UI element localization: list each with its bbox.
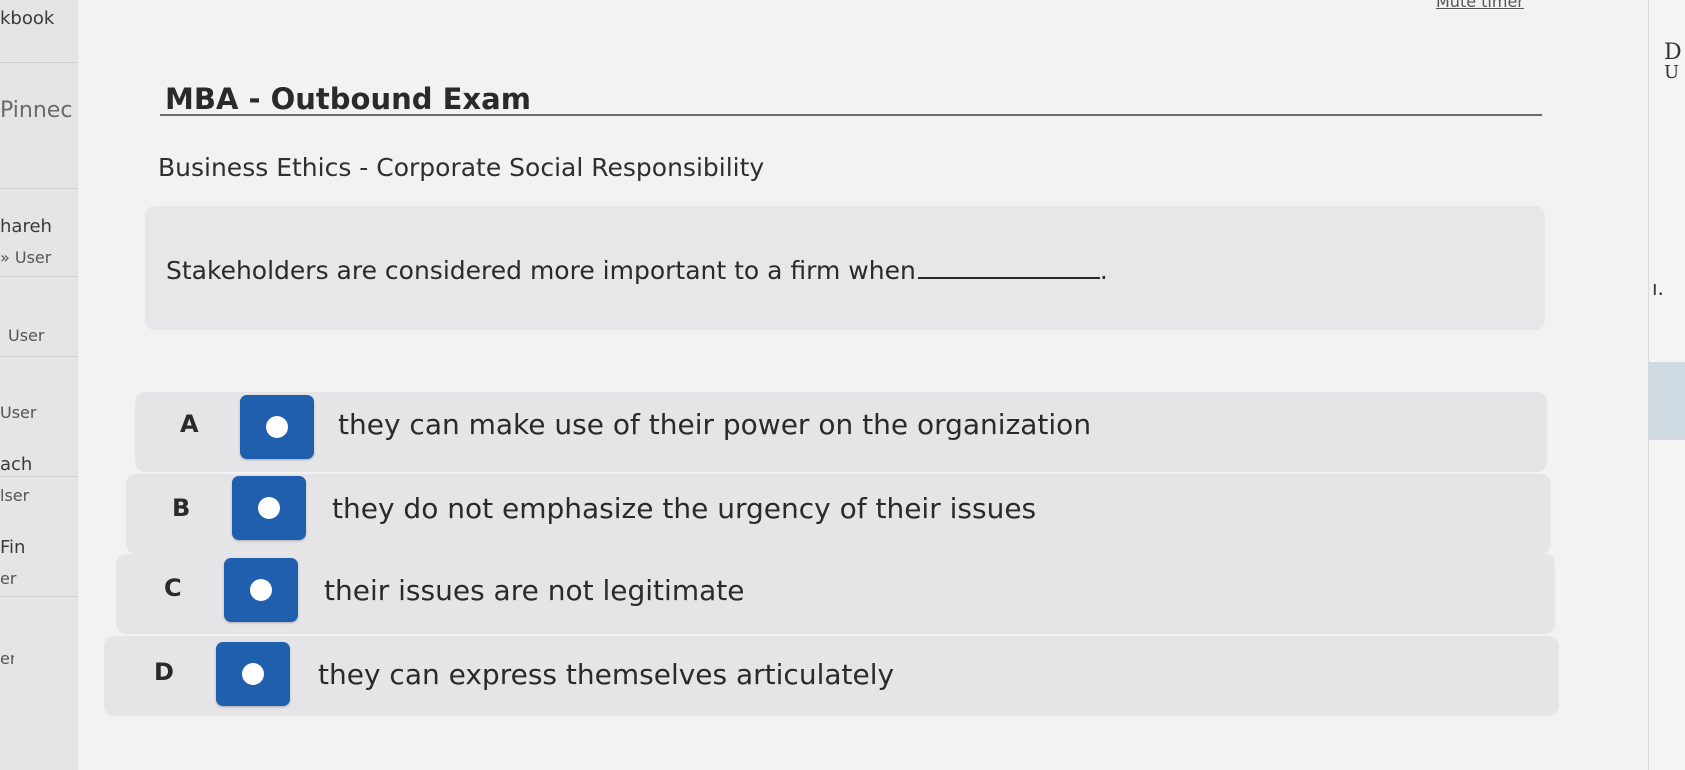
sidebar-item-workbook[interactable]: kbook (0, 8, 66, 29)
answer-blank (917, 277, 1100, 279)
sidebar-divider (0, 476, 78, 477)
answer-button-a[interactable] (240, 395, 314, 459)
radio-dot-icon (258, 497, 280, 519)
page-title: MBA - Outbound Exam (165, 82, 531, 116)
sidebar-item-user[interactable]: er (0, 569, 26, 588)
answer-button-b[interactable] (232, 476, 306, 540)
answer-button-d[interactable] (216, 642, 290, 706)
mute-timer-link[interactable]: Mute timer (1436, 0, 1524, 11)
question-end: . (1099, 256, 1108, 285)
sidebar-item-pinned[interactable]: Pinnec (0, 98, 72, 123)
question-text: Stakeholders are considered more importa… (166, 256, 1108, 285)
section-name: Business Ethics - Corporate Social Respo… (158, 153, 765, 182)
radio-dot-icon (250, 579, 272, 601)
right-panel-label: ı. (1652, 276, 1664, 300)
sidebar-item-user[interactable]: er (0, 649, 14, 668)
sidebar-divider (0, 356, 78, 357)
sidebar-item-shared[interactable]: hareh (0, 216, 66, 237)
sidebar-item-user[interactable]: » User (0, 248, 60, 267)
answer-button-c[interactable] (224, 558, 298, 622)
option-text: they can express themselves articulately (318, 658, 895, 691)
option-text: their issues are not legitimate (324, 574, 745, 607)
option-text: they do not emphasize the urgency of the… (332, 492, 1037, 525)
sidebar-divider (0, 188, 78, 189)
title-divider (160, 114, 1542, 116)
sidebar-divider (0, 596, 78, 597)
option-letter: C (164, 574, 182, 602)
sidebar-divider (0, 276, 78, 277)
sidebar-item-user[interactable]: lser (0, 486, 34, 505)
sidebar-divider (0, 62, 78, 63)
option-letter: B (172, 494, 191, 522)
radio-dot-icon (242, 663, 264, 685)
sidebar-item-user[interactable]: User (8, 326, 60, 345)
sidebar-item-user[interactable]: User (0, 403, 44, 422)
question-prompt: Stakeholders are considered more importa… (166, 256, 916, 285)
radio-dot-icon (266, 416, 288, 438)
option-letter: A (180, 410, 199, 438)
right-panel-highlight (1648, 362, 1685, 440)
sidebar-item-finance[interactable]: Fin (0, 537, 30, 558)
sidebar-item-search[interactable]: ach (0, 454, 38, 475)
option-letter: D (154, 658, 174, 686)
option-text: they can make use of their power on the … (338, 408, 1092, 441)
right-panel-label: U (1664, 62, 1680, 83)
